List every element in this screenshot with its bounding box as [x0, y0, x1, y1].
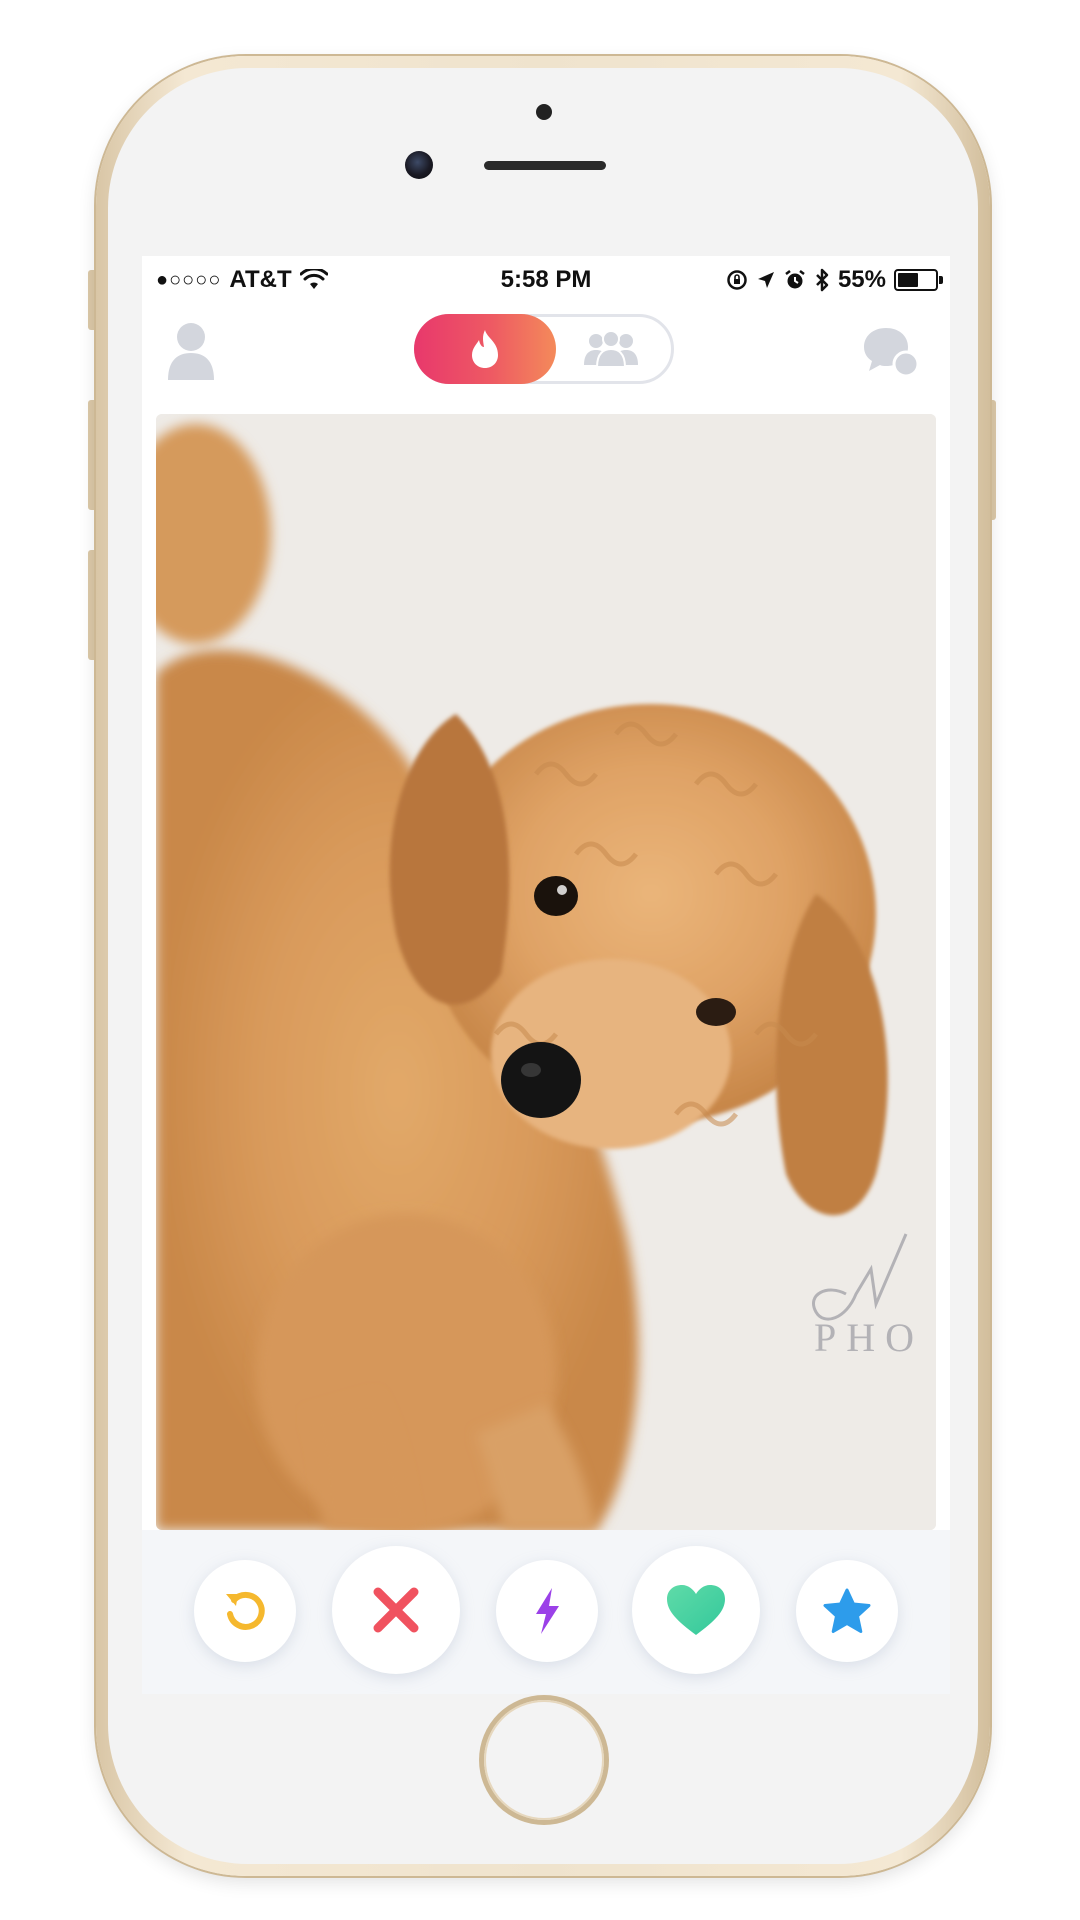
tab-discovery[interactable] — [414, 314, 556, 384]
lightning-icon — [536, 1588, 559, 1634]
group-icon — [584, 330, 638, 368]
star-icon — [823, 1588, 871, 1633]
close-icon — [373, 1587, 419, 1633]
location-icon — [757, 272, 774, 288]
rotation-lock-icon — [727, 270, 747, 290]
profile-icon[interactable] — [166, 320, 216, 382]
photo-watermark: PHO — [814, 1315, 925, 1360]
battery-icon — [894, 269, 943, 291]
battery-percent: 55% — [837, 266, 886, 293]
chat-icon[interactable] — [862, 326, 920, 380]
boost-button[interactable] — [496, 1560, 598, 1662]
bluetooth-icon — [816, 268, 829, 292]
alarm-icon — [785, 270, 805, 289]
app-screen: ●○○○○ AT&T 5:58 PM 55% PHO — [142, 256, 950, 1694]
flame-icon — [472, 330, 498, 368]
earpiece-speaker — [484, 161, 606, 170]
home-button[interactable] — [484, 1700, 604, 1820]
tab-social[interactable] — [571, 327, 651, 371]
profile-card[interactable]: PHO — [156, 414, 936, 1530]
heart-icon — [667, 1585, 725, 1635]
front-camera — [405, 151, 433, 179]
puppy-photo — [156, 414, 936, 1530]
battery-level — [898, 273, 918, 287]
action-bar — [142, 1530, 950, 1694]
super-like-button[interactable] — [796, 1560, 898, 1662]
rewind-button[interactable] — [194, 1560, 296, 1662]
like-button[interactable] — [632, 1546, 760, 1674]
rewind-icon — [226, 1591, 265, 1630]
proximity-sensor — [536, 104, 552, 120]
top-nav — [142, 304, 950, 404]
status-bar: ●○○○○ AT&T 5:58 PM 55% — [142, 256, 950, 304]
stage: ●○○○○ AT&T 5:58 PM 55% PHO — [0, 0, 1080, 1920]
nope-button[interactable] — [332, 1546, 460, 1674]
mode-toggle[interactable] — [414, 314, 674, 384]
